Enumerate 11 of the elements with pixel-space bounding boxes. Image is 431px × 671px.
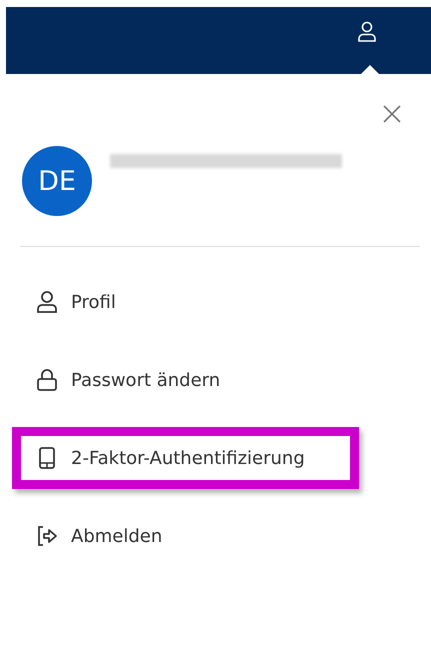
close-button[interactable] — [382, 104, 402, 124]
menu-item[interactable]: Profil — [12, 271, 359, 333]
avatar: DE — [22, 146, 92, 216]
user-icon — [35, 290, 59, 314]
user-icon — [357, 20, 377, 42]
close-icon — [382, 104, 402, 124]
menu-item[interactable]: Abmelden — [12, 505, 359, 567]
logout-icon — [35, 524, 59, 548]
menu-item[interactable]: 2-Faktor-Authentifizierung — [12, 427, 359, 489]
menu-item[interactable]: Passwort ändern — [12, 349, 359, 411]
lock-icon — [35, 368, 59, 392]
